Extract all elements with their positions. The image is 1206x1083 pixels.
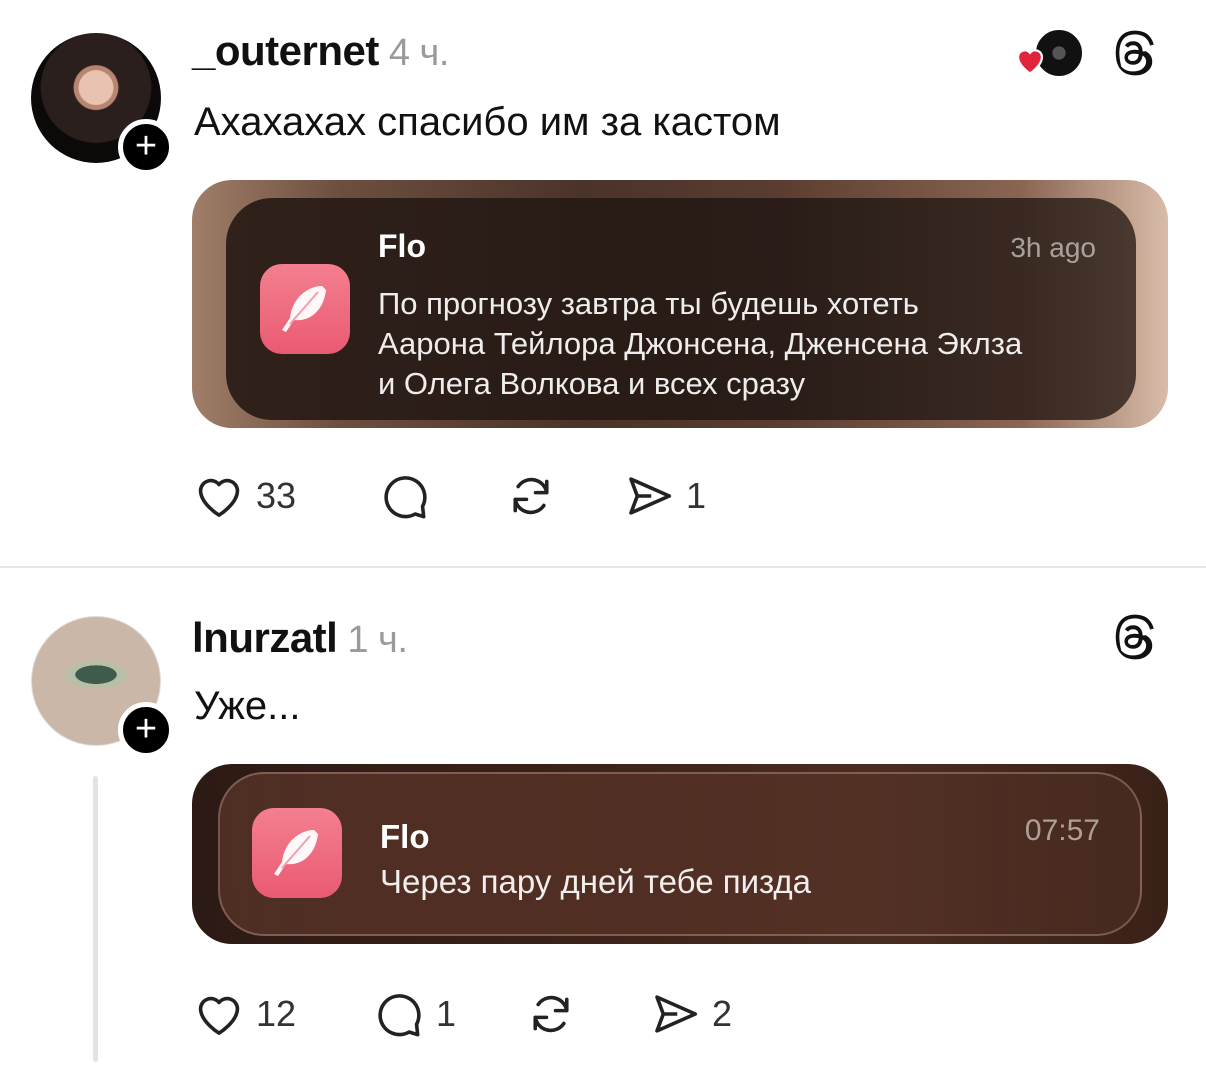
share-count: 2 (712, 993, 733, 1034)
username-text[interactable]: _outernet (192, 27, 379, 74)
post-username[interactable]: _outernet 4 ч. (192, 27, 449, 75)
avatar-container[interactable]: + (31, 616, 181, 766)
threads-logo-icon[interactable] (1111, 30, 1157, 76)
like-button[interactable]: 33 (192, 466, 296, 526)
heart-icon (198, 478, 240, 517)
username-text[interactable]: lnurzatl (192, 614, 338, 661)
share-button[interactable]: 1 (622, 466, 706, 526)
liked-by-badge[interactable] (1012, 28, 1084, 80)
feather-icon (274, 830, 318, 876)
post-2: + lnurzatl 1 ч. Уже... Flo 07:57 Через па… (0, 566, 1206, 1083)
notification-app-name: Flo (380, 818, 430, 855)
follow-plus-icon[interactable]: + (118, 119, 174, 175)
threads-logo-icon[interactable] (1111, 614, 1157, 660)
send-icon (655, 995, 698, 1033)
thread-line (93, 776, 98, 1062)
like-button[interactable]: 12 (192, 984, 296, 1044)
notification-time: 07:57 (1024, 814, 1100, 847)
repost-icon (533, 995, 569, 1033)
flo-app-icon (252, 808, 342, 898)
like-count: 33 (256, 475, 297, 516)
send-icon (629, 477, 672, 515)
reply-count: 1 (436, 993, 457, 1034)
flo-app-icon (260, 264, 350, 354)
notification-line: По прогнозу завтра ты будешь хотеть (378, 286, 919, 321)
post-time: 4 ч. (388, 32, 450, 74)
share-button[interactable]: 2 (648, 984, 732, 1044)
notification-card: Flo 3h ago По прогнозу завтра ты будешь … (226, 198, 1136, 420)
notification-app-name: Flo (378, 228, 426, 264)
feather-icon (282, 286, 326, 332)
action-bar: 12 1 2 (192, 984, 792, 1044)
comment-icon (384, 476, 427, 519)
post-text: Ахахахах спасибо им за кастом (194, 100, 781, 144)
post-image[interactable]: Flo 07:57 Через пару дней тебе пизда (192, 764, 1168, 944)
notification-line: Аарона Тейлора Джонсена, Дженсена Эклза (378, 326, 1023, 361)
follow-plus-icon[interactable]: + (118, 702, 174, 758)
avatar-container[interactable]: + (31, 33, 181, 183)
reply-button[interactable]: 1 (372, 984, 456, 1044)
notification-time: 3h ago (1010, 232, 1096, 263)
post-text: Уже... (194, 684, 301, 728)
like-count: 12 (256, 993, 297, 1034)
notification-line: Через пару дней тебе пизда (380, 863, 812, 900)
notification-card: Flo 07:57 Через пару дней тебе пизда (218, 772, 1142, 936)
share-count: 1 (686, 475, 707, 516)
notification-line: и Олега Волкова и всех сразу (378, 366, 806, 401)
post-username[interactable]: lnurzatl 1 ч. (192, 614, 408, 662)
action-bar: 33 1 (192, 466, 792, 526)
post-time: 1 ч. (347, 619, 408, 661)
repost-button[interactable] (504, 466, 558, 526)
post-image[interactable]: Flo 3h ago По прогнозу завтра ты будешь … (192, 180, 1168, 428)
heart-icon (198, 996, 240, 1035)
repost-icon (513, 477, 549, 515)
heart-badge-icon (1016, 49, 1044, 75)
comment-icon (378, 994, 421, 1037)
repost-button[interactable] (524, 984, 578, 1044)
reply-button[interactable] (378, 466, 432, 526)
post-1: + _outernet 4 ч. Ахахахах спасибо им за к… (0, 0, 1206, 566)
